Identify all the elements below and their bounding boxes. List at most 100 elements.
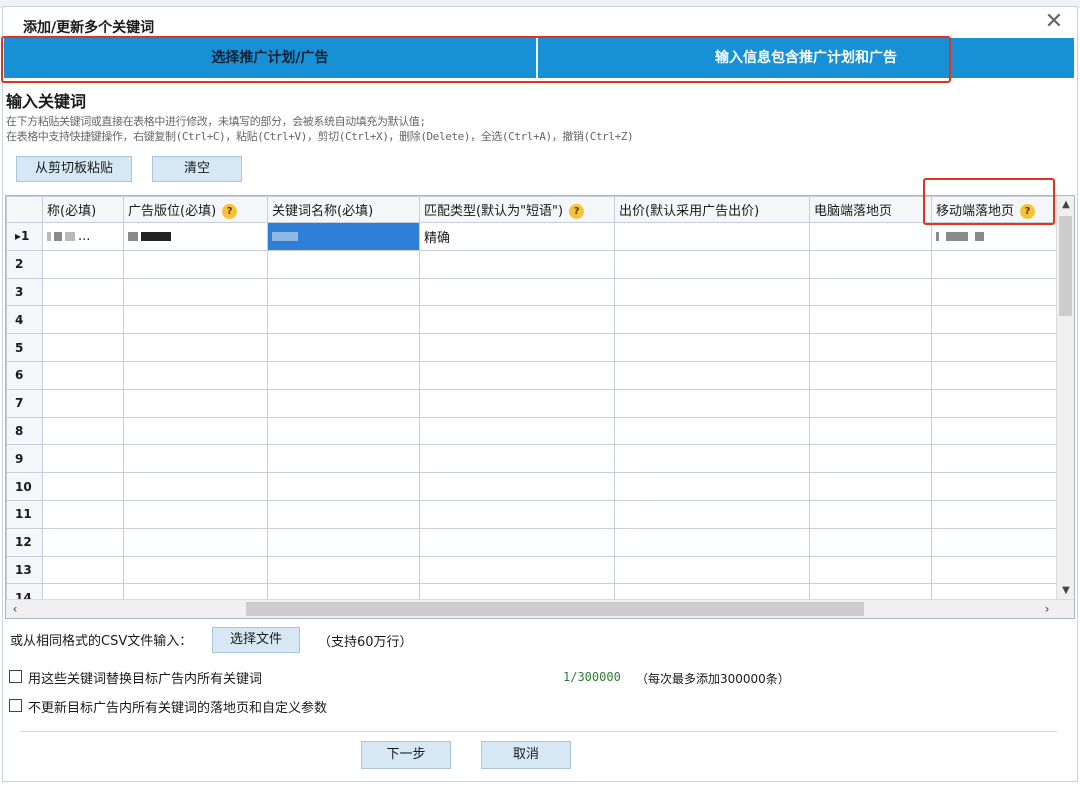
table-row[interactable]: 8: [6, 416, 1057, 446]
table-row[interactable]: 3: [6, 277, 1057, 307]
table-cell[interactable]: [614, 305, 810, 335]
table-cell[interactable]: [809, 527, 932, 557]
scroll-up-icon[interactable]: ▲: [1057, 196, 1074, 214]
table-cell[interactable]: [809, 360, 932, 390]
row-number[interactable]: 12: [6, 527, 43, 557]
table-cell[interactable]: [614, 555, 810, 585]
table-cell[interactable]: [267, 472, 420, 501]
table-cell[interactable]: [419, 333, 615, 362]
table-cell[interactable]: [42, 472, 124, 501]
table-cell[interactable]: [267, 277, 420, 307]
table-row[interactable]: 10: [6, 472, 1057, 501]
table-cell[interactable]: [931, 527, 1057, 557]
table-cell[interactable]: [931, 277, 1057, 307]
table-cell[interactable]: [42, 305, 124, 335]
help-icon[interactable]: ?: [569, 204, 585, 219]
table-cell[interactable]: [931, 499, 1057, 529]
table-cell[interactable]: [123, 388, 268, 418]
row-number[interactable]: 11: [6, 499, 43, 529]
cancel-button[interactable]: 取消: [481, 741, 571, 769]
help-icon[interactable]: ?: [222, 204, 238, 219]
table-row[interactable]: 6: [6, 360, 1057, 390]
column-header[interactable]: 关键词名称(必填): [267, 196, 420, 223]
table-cell[interactable]: [931, 388, 1057, 418]
table-cell[interactable]: [931, 360, 1057, 390]
table-cell[interactable]: [809, 277, 932, 307]
table-cell[interactable]: [931, 416, 1057, 446]
table-row[interactable]: 5: [6, 333, 1057, 362]
table-cell[interactable]: [267, 444, 420, 474]
table-cell[interactable]: [809, 305, 932, 335]
column-header[interactable]: 出价(默认采用广告出价): [614, 196, 810, 223]
table-cell[interactable]: [614, 527, 810, 557]
row-number[interactable]: 9: [6, 444, 43, 474]
table-cell[interactable]: [123, 555, 268, 585]
table-cell[interactable]: [42, 499, 124, 529]
table-cell[interactable]: [42, 388, 124, 418]
table-cell[interactable]: [931, 555, 1057, 585]
table-cell[interactable]: [419, 444, 615, 474]
table-cell[interactable]: [123, 360, 268, 390]
column-header[interactable]: 移动端落地页?: [931, 196, 1057, 223]
table-cell[interactable]: [614, 499, 810, 529]
no-update-landing-checkbox[interactable]: [9, 699, 22, 712]
table-cell[interactable]: [419, 416, 615, 446]
table-cell[interactable]: [42, 527, 124, 557]
table-cell[interactable]: [42, 249, 124, 279]
table-cell[interactable]: [42, 416, 124, 446]
column-header[interactable]: 匹配类型(默认为"短语")?: [419, 196, 615, 223]
table-cell[interactable]: [267, 249, 420, 279]
table-cell[interactable]: [123, 333, 268, 362]
table-cell[interactable]: [931, 249, 1057, 279]
table-cell[interactable]: [809, 555, 932, 585]
table-cell[interactable]: [42, 360, 124, 390]
table-cell[interactable]: [123, 472, 268, 501]
table-cell[interactable]: [419, 527, 615, 557]
paste-from-clipboard-button[interactable]: 从剪切板粘贴: [16, 156, 132, 182]
table-cell[interactable]: [809, 444, 932, 474]
clear-button[interactable]: 清空: [152, 156, 242, 182]
row-number[interactable]: 8: [6, 416, 43, 446]
column-header[interactable]: 称(必填): [42, 196, 124, 223]
scroll-down-icon[interactable]: ▼: [1057, 582, 1074, 600]
table-cell[interactable]: [267, 555, 420, 585]
table-cell[interactable]: [267, 305, 420, 335]
table-cell-pc-landing[interactable]: [809, 222, 932, 251]
table-cell[interactable]: [123, 249, 268, 279]
table-cell[interactable]: [809, 499, 932, 529]
table-row[interactable]: 12: [6, 527, 1057, 557]
table-row[interactable]: 13: [6, 555, 1057, 585]
table-cell[interactable]: [419, 360, 615, 390]
table-cell[interactable]: [123, 499, 268, 529]
table-cell[interactable]: [419, 388, 615, 418]
table-cell-keyword-selected[interactable]: [267, 222, 420, 251]
table-cell-placement[interactable]: [123, 222, 268, 251]
row-number[interactable]: 5: [6, 333, 43, 362]
table-cell[interactable]: [267, 388, 420, 418]
table-cell[interactable]: [42, 555, 124, 585]
table-row[interactable]: 9: [6, 444, 1057, 474]
table-cell[interactable]: [419, 277, 615, 307]
row-number[interactable]: 13: [6, 555, 43, 585]
table-cell[interactable]: [931, 333, 1057, 362]
table-cell-match-type[interactable]: 精确: [419, 222, 615, 251]
vertical-scroll-thumb[interactable]: [1059, 216, 1072, 316]
table-cell[interactable]: [123, 416, 268, 446]
row-number[interactable]: 4: [6, 305, 43, 335]
table-cell[interactable]: [419, 472, 615, 501]
table-cell[interactable]: [614, 472, 810, 501]
table-cell[interactable]: [267, 333, 420, 362]
table-cell[interactable]: [614, 444, 810, 474]
scroll-left-icon[interactable]: ‹: [6, 600, 24, 618]
row-number[interactable]: ▸1: [6, 222, 43, 251]
table-cell[interactable]: [419, 305, 615, 335]
table-cell[interactable]: [614, 277, 810, 307]
table-cell[interactable]: [809, 416, 932, 446]
row-number[interactable]: 3: [6, 277, 43, 307]
row-number[interactable]: 10: [6, 472, 43, 501]
table-cell[interactable]: [809, 388, 932, 418]
table-cell[interactable]: [123, 277, 268, 307]
table-cell[interactable]: [42, 333, 124, 362]
help-icon[interactable]: ?: [1020, 204, 1036, 219]
table-cell[interactable]: [123, 444, 268, 474]
